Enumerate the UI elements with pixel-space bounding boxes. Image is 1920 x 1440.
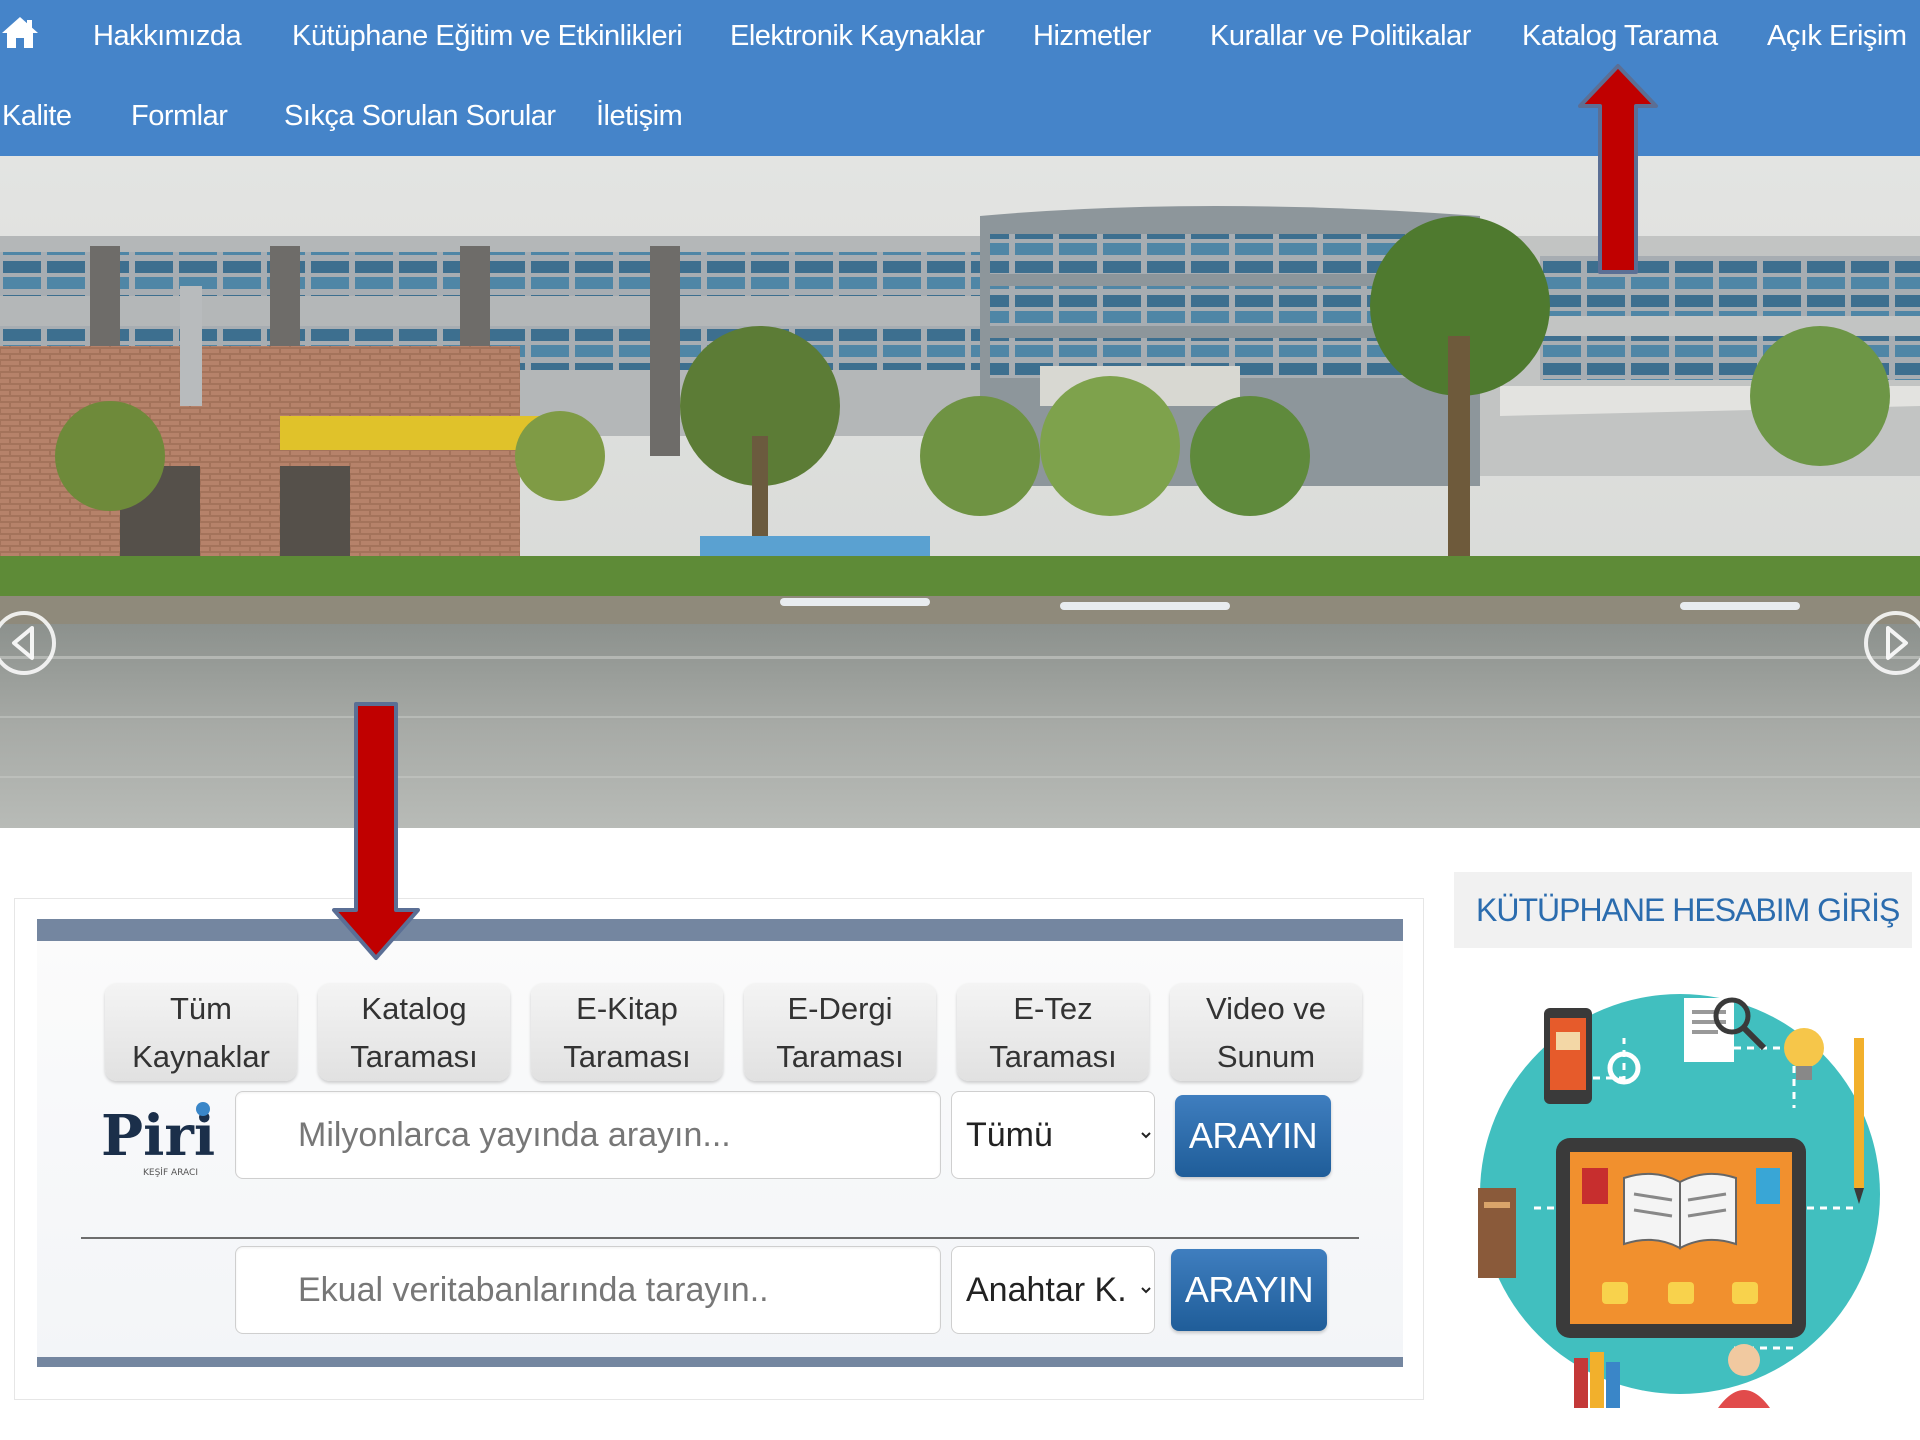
tab-label: Tüm	[170, 991, 232, 1026]
primary-search-scope-select[interactable]: Tümü	[951, 1091, 1155, 1179]
tab-label: Katalog	[361, 991, 467, 1026]
primary-search-button[interactable]: ARAYIN	[1175, 1095, 1331, 1177]
tab-label: Taraması	[350, 1039, 478, 1074]
slider-prev-icon[interactable]	[0, 608, 58, 678]
tab-label: Taraması	[776, 1039, 904, 1074]
library-account-illustration[interactable]	[1474, 968, 1886, 1420]
tab-video-presentation[interactable]: Video ve Sunum	[1170, 983, 1362, 1081]
tab-label: E-Kitap	[576, 991, 678, 1026]
tab-ethesis-search[interactable]: E-Tez Taraması	[957, 983, 1149, 1081]
library-account-title[interactable]: KÜTÜPHANE HESABIM GİRİŞ	[1454, 872, 1912, 948]
slider-next-icon[interactable]	[1862, 608, 1920, 678]
piri-logo-subtext: KEŞİF ARACI	[143, 1167, 198, 1178]
annotation-arrow-up-icon	[1578, 64, 1658, 274]
nav-item-catalog-search[interactable]: Katalog Tarama	[1522, 20, 1718, 53]
tab-label: Sunum	[1216, 1039, 1316, 1074]
tab-label: Kaynaklar	[132, 1039, 270, 1074]
annotation-arrow-down-icon	[332, 702, 420, 960]
piri-logo: Piri KEŞİF ARACI	[101, 1102, 215, 1178]
library-account-panel: KÜTÜPHANE HESABIM GİRİŞ	[1454, 872, 1912, 1440]
tab-label: E-Tez	[1013, 991, 1093, 1026]
nav-item-open-access[interactable]: Açık Erişim	[1767, 20, 1907, 53]
nav-item-electronic-resources[interactable]: Elektronik Kaynaklar	[730, 20, 985, 53]
nav-item-about[interactable]: Hakkımızda	[93, 20, 242, 53]
nav-item-training-events[interactable]: Kütüphane Eğitim ve Etkinlikleri	[292, 20, 683, 53]
nav-item-rules-policies[interactable]: Kurallar ve Politikalar	[1210, 20, 1471, 53]
nav-item-faq[interactable]: Sıkça Sorulan Sorular	[284, 100, 556, 133]
search-box-container: Tüm Kaynaklar Katalog Taraması E-Kitap T…	[14, 898, 1424, 1400]
secondary-search-field-select[interactable]: Anahtar K.	[951, 1246, 1155, 1334]
primary-search-input[interactable]	[235, 1091, 941, 1179]
nav-item-services[interactable]: Hizmetler	[1033, 20, 1151, 53]
secondary-search-button[interactable]: ARAYIN	[1171, 1249, 1327, 1331]
tab-label: E-Dergi	[787, 991, 893, 1026]
tab-ejournal-search[interactable]: E-Dergi Taraması	[744, 983, 936, 1081]
home-icon[interactable]	[0, 14, 40, 50]
secondary-search-input[interactable]	[235, 1246, 941, 1334]
tab-label: Video ve	[1205, 991, 1327, 1026]
tab-label: Taraması	[989, 1039, 1117, 1074]
nav-item-forms[interactable]: Formlar	[131, 100, 228, 133]
tab-catalog-search[interactable]: Katalog Taraması	[318, 983, 510, 1081]
tab-ebook-search[interactable]: E-Kitap Taraması	[531, 983, 723, 1081]
tab-label: Taraması	[563, 1039, 691, 1074]
nav-item-contact[interactable]: İletişim	[596, 100, 683, 133]
search-panel: Tüm Kaynaklar Katalog Taraması E-Kitap T…	[37, 919, 1403, 1367]
tab-all-resources[interactable]: Tüm Kaynaklar	[105, 983, 297, 1081]
search-divider	[81, 1237, 1359, 1239]
nav-item-quality[interactable]: Kalite	[2, 100, 72, 133]
